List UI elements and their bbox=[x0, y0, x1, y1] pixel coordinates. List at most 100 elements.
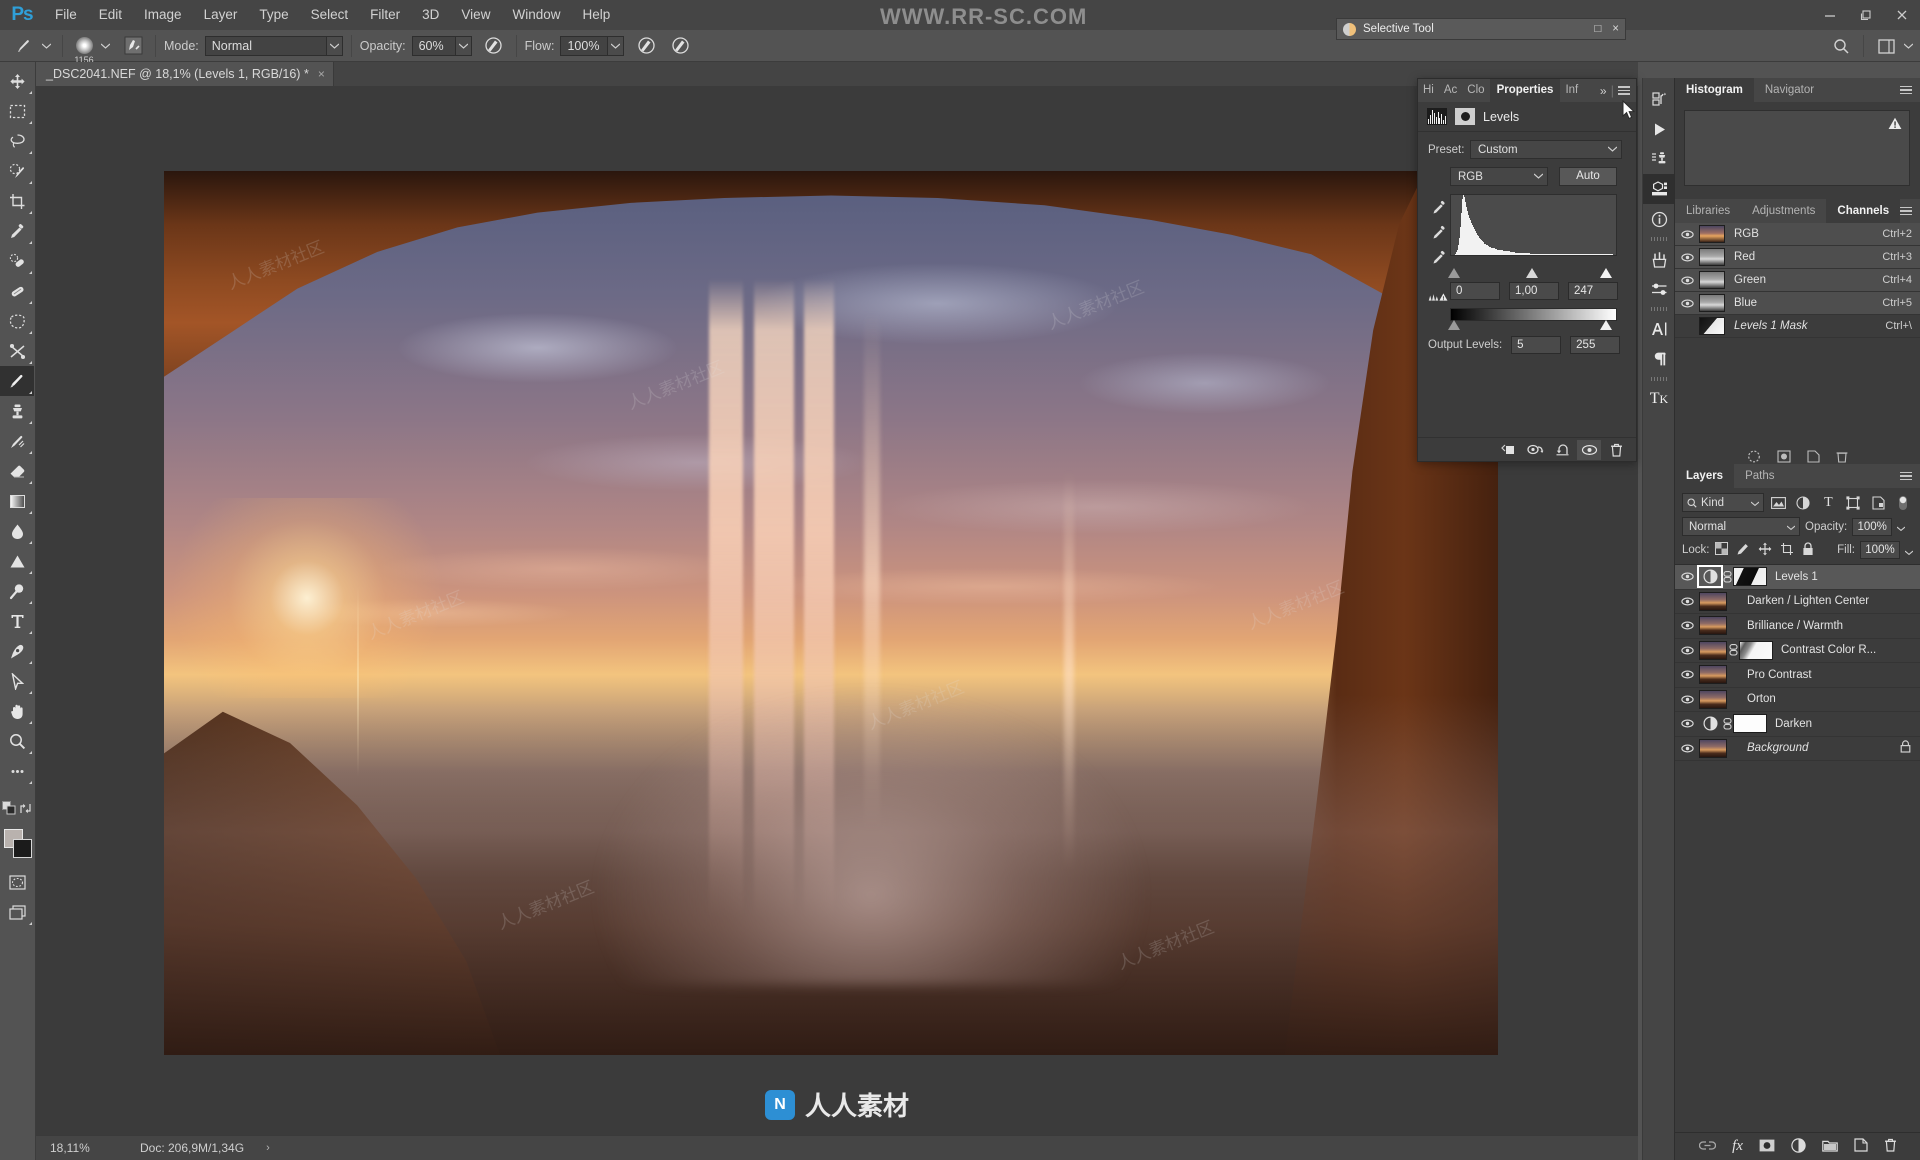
set-gray-point-eyedropper-icon[interactable] bbox=[1432, 225, 1447, 243]
new-group-icon[interactable] bbox=[1822, 1139, 1838, 1155]
delete-channel-icon[interactable] bbox=[1836, 450, 1848, 466]
layer-thumbnail[interactable] bbox=[1699, 616, 1727, 636]
menu-filter[interactable]: Filter bbox=[359, 0, 411, 30]
layer-fill-value[interactable]: 100% bbox=[1860, 541, 1900, 559]
layer-row[interactable]: Background bbox=[1675, 737, 1920, 761]
rectangular-marquee-tool[interactable] bbox=[0, 96, 34, 126]
tab-paths[interactable]: Paths bbox=[1734, 464, 1785, 488]
info-icon[interactable] bbox=[1643, 204, 1675, 234]
blur-tool[interactable] bbox=[0, 516, 34, 546]
input-gamma-slider[interactable] bbox=[1526, 268, 1538, 278]
layer-row[interactable]: Brilliance / Warmth bbox=[1675, 614, 1920, 639]
color-swatches[interactable] bbox=[0, 827, 34, 863]
minimize-icon[interactable] bbox=[1812, 0, 1848, 30]
clip-to-layer-icon[interactable] bbox=[1496, 440, 1520, 460]
opacity-select[interactable]: 60% bbox=[411, 35, 472, 56]
flow-value[interactable]: 100% bbox=[560, 35, 609, 56]
panel-menu-icon[interactable] bbox=[1900, 206, 1913, 216]
menu-window[interactable]: Window bbox=[501, 0, 571, 30]
add-layer-mask-icon[interactable] bbox=[1759, 1139, 1775, 1155]
tab-navigator[interactable]: Navigator bbox=[1754, 78, 1825, 102]
reset-icon[interactable] bbox=[1550, 440, 1574, 460]
menu-layer[interactable]: Layer bbox=[193, 0, 249, 30]
filter-enable-toggle[interactable] bbox=[1893, 493, 1913, 512]
lock-image-pixels-icon[interactable] bbox=[1736, 542, 1750, 559]
search-icon[interactable] bbox=[1827, 33, 1855, 59]
edit-toolbar-tool[interactable] bbox=[0, 756, 34, 786]
layer-blend-mode-select[interactable]: Normal bbox=[1682, 517, 1800, 536]
brush-panel-toggle-icon[interactable] bbox=[119, 33, 147, 59]
layer-visibility-icon[interactable] bbox=[1675, 695, 1699, 704]
layer-thumbnail[interactable] bbox=[1699, 738, 1727, 758]
auto-button[interactable]: Auto bbox=[1559, 167, 1617, 186]
blend-mode-select[interactable]: Normal bbox=[204, 35, 343, 56]
document-tab[interactable]: _DSC2041.NEF @ 18,1% (Levels 1, RGB/16) … bbox=[36, 62, 334, 86]
layer-thumbnail[interactable] bbox=[1699, 591, 1727, 611]
flow-select[interactable]: 100% bbox=[560, 35, 625, 56]
status-expand-icon[interactable]: › bbox=[244, 1142, 270, 1154]
tab-channels[interactable]: Channels bbox=[1826, 199, 1901, 223]
layer-mask-link-icon[interactable] bbox=[1727, 644, 1739, 656]
output-white-value[interactable]: 255 bbox=[1570, 336, 1621, 354]
healing-brush-tool[interactable] bbox=[0, 276, 34, 306]
layer-row[interactable]: Darken / Lighten Center bbox=[1675, 590, 1920, 614]
type-tool[interactable] bbox=[0, 606, 34, 636]
lock-artboard-nesting-icon[interactable] bbox=[1780, 542, 1794, 559]
layer-mask-thumbnail[interactable] bbox=[1733, 714, 1767, 734]
filter-smart-object-icon[interactable] bbox=[1868, 493, 1888, 512]
channel-select[interactable]: RGB bbox=[1450, 167, 1548, 186]
layer-row[interactable]: Levels 1 bbox=[1675, 565, 1920, 590]
paragraph-icon[interactable] bbox=[1643, 344, 1675, 374]
layer-row[interactable]: Contrast Color R... bbox=[1675, 639, 1920, 663]
hand-tool[interactable] bbox=[0, 696, 34, 726]
overflow-tabs-icon[interactable]: » bbox=[1600, 84, 1607, 98]
layer-mask-link-icon[interactable] bbox=[1721, 717, 1733, 730]
layer-mask-thumbnail[interactable] bbox=[1739, 640, 1773, 660]
selective-tool-close-icon[interactable]: × bbox=[1612, 23, 1619, 35]
layer-visibility-icon[interactable] bbox=[1675, 572, 1699, 581]
lock-transparent-pixels-icon[interactable] bbox=[1714, 542, 1728, 558]
selective-tool-maximize-icon[interactable]: □ bbox=[1594, 23, 1601, 35]
document-image[interactable]: 人人素材社区 人人素材社区 人人素材社区 人人素材社区 人人素材社区 人人素材社… bbox=[164, 171, 1498, 1055]
layer-mask-thumbnail[interactable] bbox=[1733, 567, 1767, 587]
lasso-tool[interactable] bbox=[0, 126, 34, 156]
menu-3d[interactable]: 3D bbox=[411, 0, 450, 30]
channel-visibility-icon[interactable] bbox=[1675, 276, 1699, 285]
menu-image[interactable]: Image bbox=[133, 0, 193, 30]
toggle-visibility-icon[interactable] bbox=[1577, 439, 1601, 460]
panel-menu-icon[interactable] bbox=[1900, 85, 1912, 95]
channel-row[interactable]: Green Ctrl+4 bbox=[1675, 269, 1920, 292]
brush-settings-icon[interactable] bbox=[1643, 274, 1675, 304]
brushes-icon[interactable] bbox=[1643, 244, 1675, 274]
properties-panel[interactable]: Hi Ac Clo Properties Inf » | Levels Pres… bbox=[1417, 78, 1637, 462]
patch-tool[interactable] bbox=[0, 306, 34, 336]
brush-preset-preview[interactable]: 1156 bbox=[71, 33, 97, 65]
tab-clone-source[interactable]: Clo bbox=[1462, 79, 1489, 102]
layer-filter-kind-select[interactable]: Kind bbox=[1682, 493, 1764, 512]
default-colors-icon[interactable] bbox=[0, 793, 17, 823]
input-black-value[interactable]: 0 bbox=[1450, 282, 1500, 300]
panel-menu-icon[interactable] bbox=[1618, 86, 1630, 95]
preset-select[interactable]: Custom bbox=[1470, 140, 1622, 159]
menu-help[interactable]: Help bbox=[571, 0, 621, 30]
lock-all-icon[interactable] bbox=[1802, 541, 1814, 559]
layer-opacity-value[interactable]: 100% bbox=[1852, 517, 1893, 536]
tab-properties[interactable]: Properties bbox=[1489, 79, 1561, 102]
layer-visibility-icon[interactable] bbox=[1675, 670, 1699, 679]
workspace-dropdown[interactable] bbox=[1900, 36, 1916, 56]
link-layers-icon[interactable] bbox=[1698, 1139, 1717, 1154]
canvas-area[interactable]: 人人素材社区 人人素材社区 人人素材社区 人人素材社区 人人素材社区 人人素材社… bbox=[36, 86, 1638, 1135]
menu-view[interactable]: View bbox=[450, 0, 501, 30]
eraser-tool[interactable] bbox=[0, 456, 34, 486]
layer-row[interactable]: Pro Contrast bbox=[1675, 663, 1920, 688]
brush-tip-icon[interactable] bbox=[10, 33, 38, 59]
output-white-slider[interactable] bbox=[1600, 320, 1612, 330]
tk-panel-icon[interactable]: TK bbox=[1643, 384, 1675, 414]
channel-visibility-icon[interactable] bbox=[1675, 253, 1699, 262]
tab-history[interactable]: Hi bbox=[1418, 79, 1439, 102]
layer-mask-icon[interactable] bbox=[1455, 108, 1475, 125]
crop-tool[interactable] bbox=[0, 186, 34, 216]
close-icon[interactable] bbox=[1884, 0, 1920, 30]
eyedropper-tool[interactable] bbox=[0, 216, 34, 246]
properties-icon[interactable] bbox=[1643, 174, 1675, 204]
